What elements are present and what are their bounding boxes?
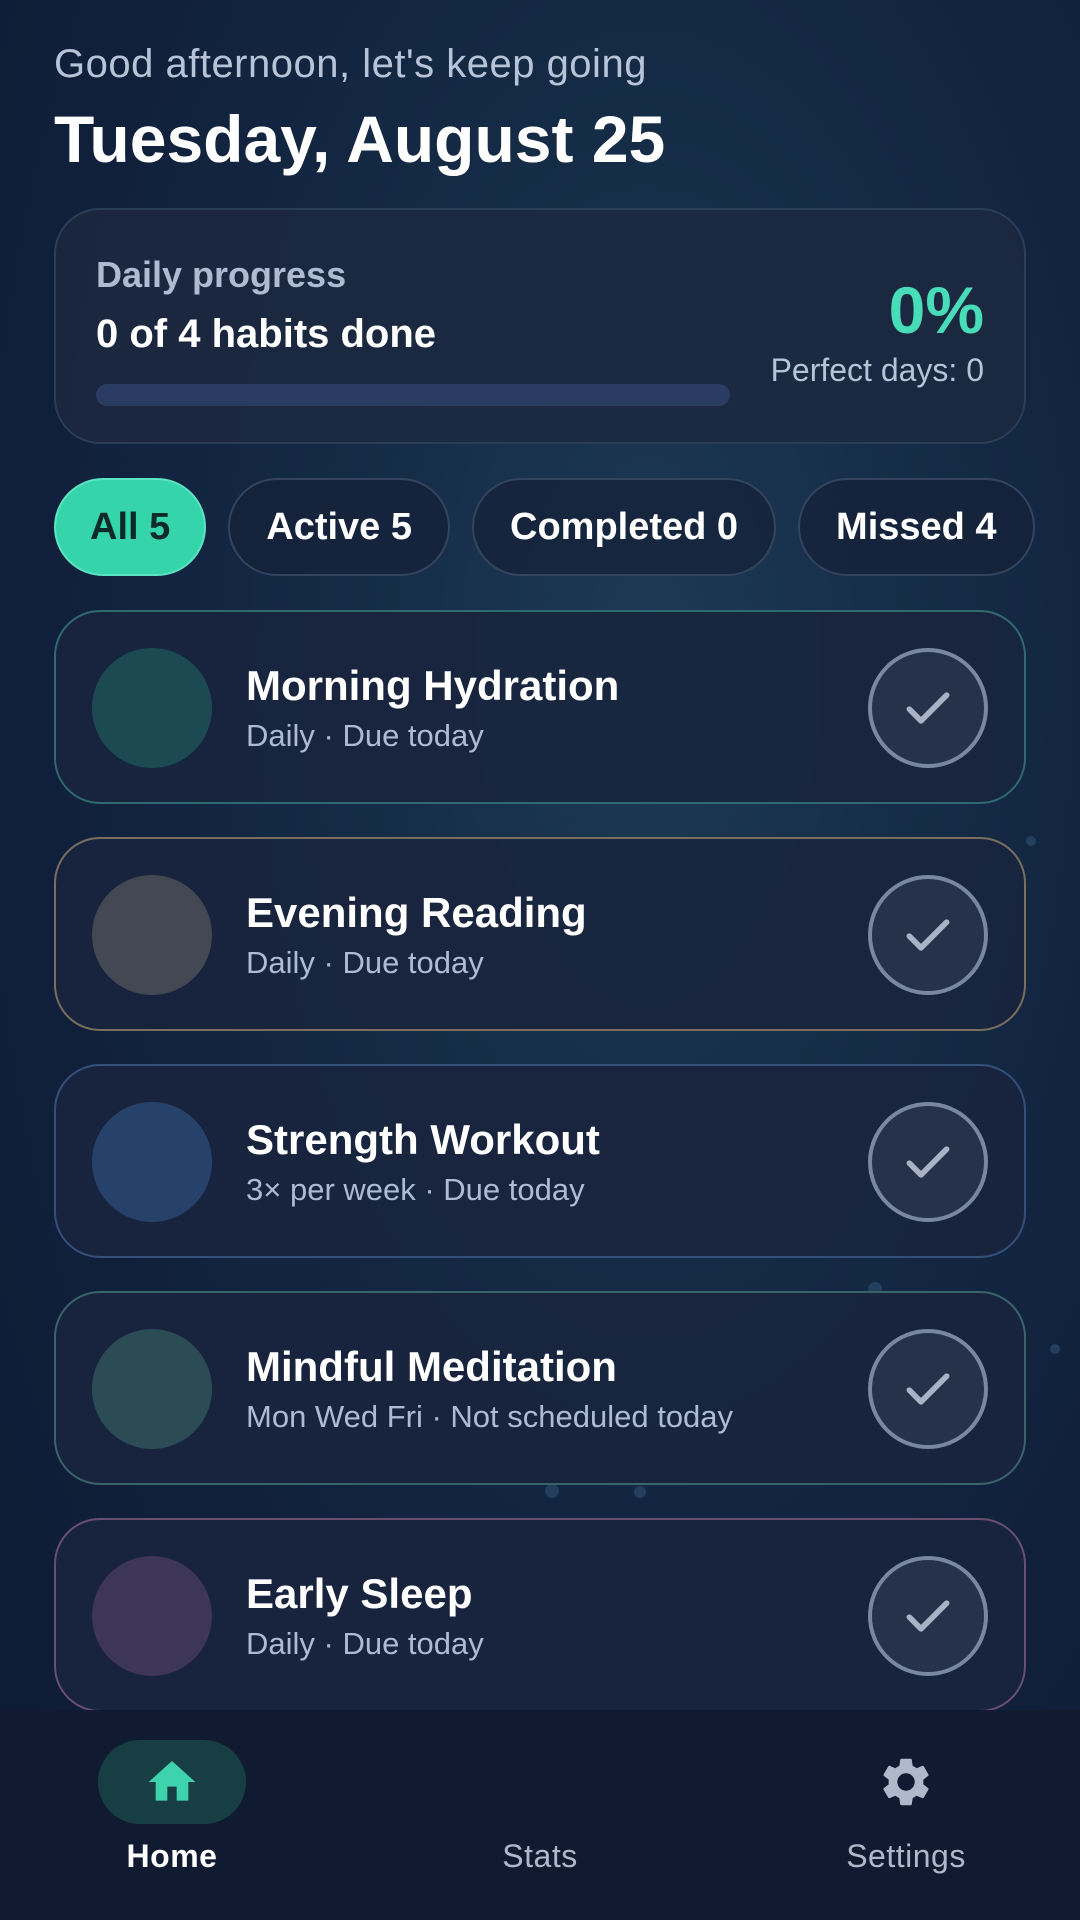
habit-name: Evening Reading — [246, 889, 587, 936]
progress-percent: 0% — [888, 273, 984, 347]
habit-schedule: 3× per week · Due today — [246, 1172, 585, 1207]
nav-stats[interactable]: Stats — [420, 1740, 660, 1900]
filter-chips: All 5 Active 5 Completed 0 Missed 4 — [54, 478, 1035, 576]
habit-card[interactable]: Strength Workout 3× per week · Due today — [54, 1064, 1026, 1258]
filter-chip-active[interactable]: Active 5 — [228, 478, 450, 576]
daily-progress-card: Daily progress 0 of 4 habits done 0% Per… — [54, 208, 1026, 444]
nav-settings-pill — [832, 1740, 980, 1824]
complete-habit-button[interactable] — [868, 1329, 988, 1449]
habit-card[interactable]: Early Sleep Daily · Due today — [54, 1518, 1026, 1712]
complete-habit-button[interactable] — [868, 875, 988, 995]
nav-settings-label: Settings — [846, 1838, 966, 1874]
check-icon — [906, 1146, 950, 1178]
page-title: Tuesday, August 25 — [54, 102, 666, 176]
habit-avatar — [92, 1102, 212, 1222]
habit-schedule: Daily · Due today — [246, 718, 484, 753]
habit-avatar — [92, 1329, 212, 1449]
header: Good afternoon, let's keep going Tuesday… — [54, 42, 1026, 177]
decorative-dot — [545, 1484, 559, 1498]
decorative-dot — [634, 1486, 646, 1498]
filter-chip-completed[interactable]: Completed 0 — [472, 478, 777, 576]
habit-schedule: Mon Wed Fri · Not scheduled today — [246, 1399, 734, 1434]
habit-name: Mindful Meditation — [246, 1343, 617, 1390]
check-icon — [906, 1600, 950, 1632]
filter-chip-missed[interactable]: Missed 4 — [798, 478, 1035, 576]
check-icon — [906, 1373, 950, 1405]
bottom-navigation: Home Stats Settings — [0, 1710, 1080, 1920]
nav-home-pill — [98, 1740, 246, 1824]
habit-schedule: Daily · Due today — [246, 1626, 484, 1661]
habit-avatar — [92, 648, 212, 768]
nav-home[interactable]: Home — [52, 1740, 292, 1900]
progress-label: Daily progress — [96, 254, 347, 295]
habit-name: Morning Hydration — [246, 662, 620, 709]
nav-stats-pill — [466, 1740, 614, 1824]
habit-avatar — [92, 875, 212, 995]
filter-chip-all[interactable]: All 5 — [54, 478, 207, 576]
check-icon — [906, 919, 950, 951]
habit-name: Early Sleep — [246, 1570, 473, 1617]
decorative-dot — [1026, 836, 1036, 846]
progress-count: 0 of 4 habits done — [96, 312, 437, 356]
home-icon — [148, 1761, 196, 1801]
habit-schedule: Daily · Due today — [246, 945, 484, 980]
check-icon — [906, 692, 950, 724]
complete-habit-button[interactable] — [868, 648, 988, 768]
progress-bar — [96, 384, 730, 406]
decorative-dot — [1050, 1344, 1060, 1354]
greeting-text: Good afternoon, let's keep going — [54, 42, 647, 86]
habit-card[interactable]: Evening Reading Daily · Due today — [54, 837, 1026, 1031]
nav-home-label: Home — [126, 1838, 218, 1874]
gear-icon — [883, 1758, 929, 1806]
complete-habit-button[interactable] — [868, 1556, 988, 1676]
habit-name: Strength Workout — [246, 1116, 600, 1163]
nav-stats-label: Stats — [502, 1838, 578, 1874]
nav-settings[interactable]: Settings — [786, 1740, 1026, 1900]
perfect-days: Perfect days: 0 — [770, 352, 984, 388]
complete-habit-button[interactable] — [868, 1102, 988, 1222]
habit-card[interactable]: Morning Hydration Daily · Due today — [54, 610, 1026, 804]
habit-avatar — [92, 1556, 212, 1676]
habit-card[interactable]: Mindful Meditation Mon Wed Fri · Not sch… — [54, 1291, 1026, 1485]
